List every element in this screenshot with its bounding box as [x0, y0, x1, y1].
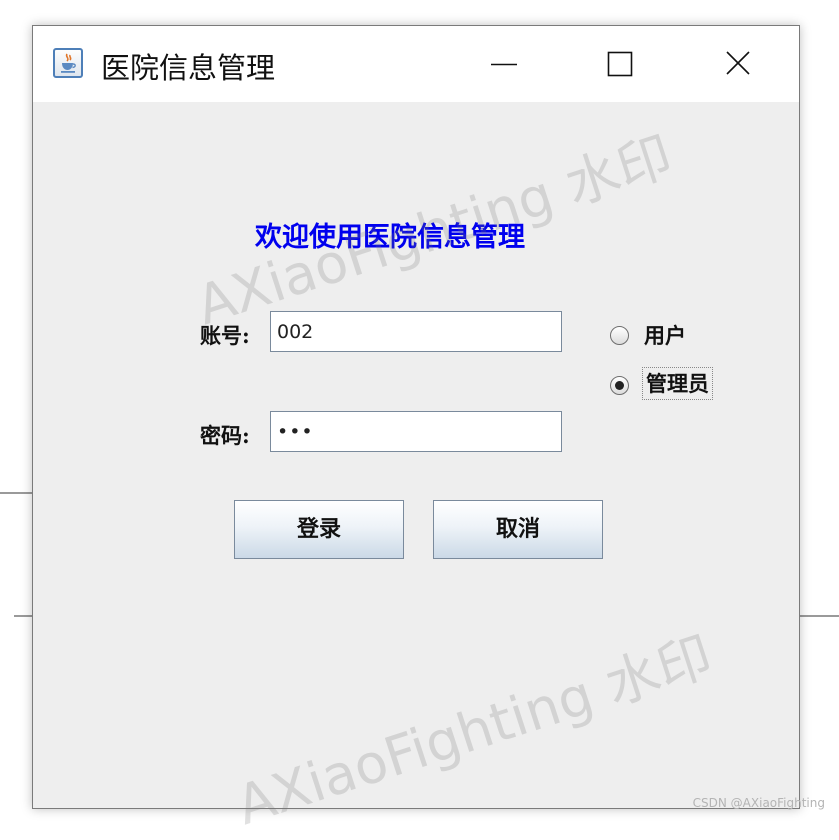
password-input[interactable]: [270, 411, 562, 452]
role-option-user-label: 用户: [644, 323, 686, 348]
welcome-heading: 欢迎使用医院信息管理: [255, 222, 525, 253]
form-panel: 欢迎使用医院信息管理 账号: 用户 管理员 密码: 登录 取消: [33, 102, 799, 808]
window-title: 医院信息管理: [101, 51, 276, 85]
radio-empty-icon[interactable]: [610, 326, 629, 345]
maximize-button[interactable]: [571, 26, 671, 102]
background-divider-left: [0, 492, 32, 494]
minimize-button[interactable]: [455, 26, 555, 102]
radio-filled-icon[interactable]: [610, 376, 629, 395]
cancel-button[interactable]: 取消: [433, 500, 603, 559]
background-divider-left-lower: [14, 615, 32, 617]
role-option-admin-label: 管理员: [642, 367, 713, 400]
maximize-icon: [607, 51, 633, 77]
java-cup-icon: [53, 48, 83, 78]
login-button[interactable]: 登录: [234, 500, 404, 559]
minimize-icon: [491, 63, 517, 66]
account-input[interactable]: [270, 311, 562, 352]
close-icon: [726, 51, 750, 75]
background-divider-right: [798, 615, 839, 617]
account-label: 账号:: [200, 323, 250, 348]
source-credit: CSDN @AXiaoFighting: [692, 796, 825, 810]
password-label: 密码:: [200, 423, 250, 448]
title-bar[interactable]: 医院信息管理: [33, 26, 799, 102]
close-button[interactable]: [688, 26, 788, 102]
radio-selected-dot: [615, 381, 624, 390]
login-window: 医院信息管理 欢迎使用医院信息管理 账号: 用户 管理员: [32, 25, 800, 809]
